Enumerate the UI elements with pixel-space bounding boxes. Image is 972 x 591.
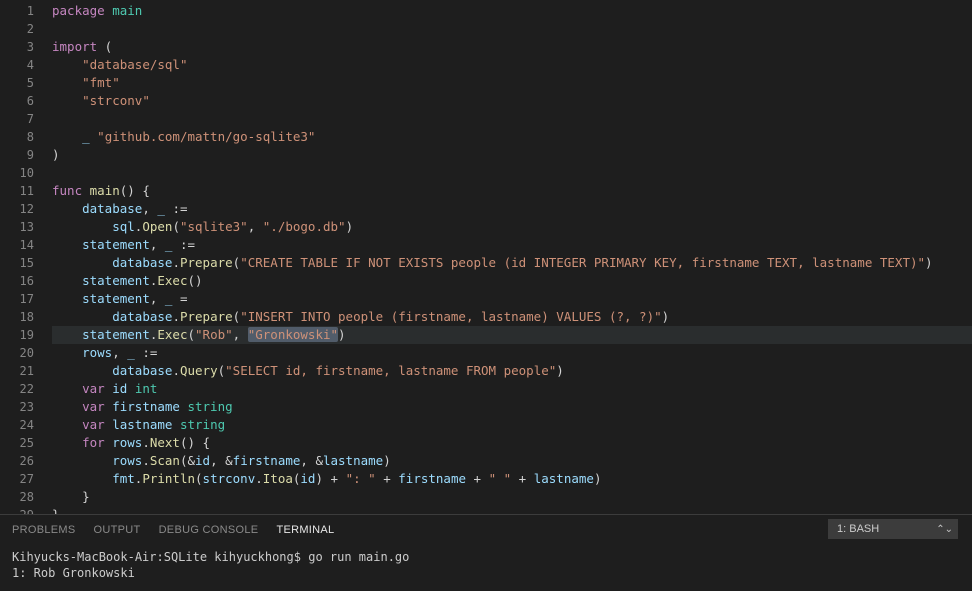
tab-debug-console[interactable]: DEBUG CONSOLE <box>159 524 259 536</box>
code-line[interactable]: sql.Open("sqlite3", "./bogo.db") <box>52 218 972 236</box>
code-line[interactable]: var lastname string <box>52 416 972 434</box>
code-line[interactable]: statement, _ := <box>52 236 972 254</box>
code-line[interactable]: "database/sql" <box>52 56 972 74</box>
code-line[interactable] <box>52 20 972 38</box>
terminal-line: 1: Rob Gronkowski <box>12 566 135 580</box>
tab-terminal[interactable]: TERMINAL <box>276 524 334 536</box>
terminal-command: go run main.go <box>308 550 409 564</box>
code-line[interactable]: database.Prepare("CREATE TABLE IF NOT EX… <box>52 254 972 272</box>
code-line[interactable] <box>52 164 972 182</box>
code-line[interactable]: } <box>52 506 972 514</box>
code-content[interactable]: package main import ( "database/sql" "fm… <box>52 2 972 514</box>
tab-output[interactable]: OUTPUT <box>94 524 141 536</box>
code-line[interactable]: database, _ := <box>52 200 972 218</box>
code-line[interactable]: statement, _ = <box>52 290 972 308</box>
code-line[interactable]: rows, _ := <box>52 344 972 362</box>
code-line[interactable]: import ( <box>52 38 972 56</box>
code-line[interactable]: statement.Exec("Rob", "Gronkowski") <box>52 326 972 344</box>
code-line[interactable]: for rows.Next() { <box>52 434 972 452</box>
code-line[interactable]: var firstname string <box>52 398 972 416</box>
code-line[interactable]: _ "github.com/mattn/go-sqlite3" <box>52 128 972 146</box>
code-line[interactable] <box>52 110 972 128</box>
code-line[interactable]: fmt.Println(strconv.Itoa(id) + ": " + fi… <box>52 470 972 488</box>
code-line[interactable]: ) <box>52 146 972 164</box>
code-line[interactable]: package main <box>52 2 972 20</box>
line-number-gutter: 1234567891011121314151617181920212223242… <box>0 2 52 514</box>
tab-problems[interactable]: PROBLEMS <box>12 524 76 536</box>
terminal-output[interactable]: Kihyucks-MacBook-Air:SQLite kihyuckhong$… <box>0 545 972 591</box>
chevron-up-down-icon: ⌃⌄ <box>936 524 953 535</box>
code-line[interactable]: "strconv" <box>52 92 972 110</box>
bottom-panel: PROBLEMS OUTPUT DEBUG CONSOLE TERMINAL 1… <box>0 514 972 591</box>
terminal-selector-label: 1: bash <box>837 523 879 535</box>
code-line[interactable]: rows.Scan(&id, &firstname, &lastname) <box>52 452 972 470</box>
panel-tabs: PROBLEMS OUTPUT DEBUG CONSOLE TERMINAL 1… <box>0 515 972 545</box>
terminal-selector[interactable]: 1: bash ⌃⌄ <box>828 519 958 539</box>
code-line[interactable]: func main() { <box>52 182 972 200</box>
code-line[interactable]: var id int <box>52 380 972 398</box>
terminal-prompt: Kihyucks-MacBook-Air:SQLite kihyuckhong$ <box>12 550 308 564</box>
code-line[interactable]: } <box>52 488 972 506</box>
code-line[interactable]: "fmt" <box>52 74 972 92</box>
code-line[interactable]: statement.Exec() <box>52 272 972 290</box>
code-line[interactable]: database.Prepare("INSERT INTO people (fi… <box>52 308 972 326</box>
code-line[interactable]: database.Query("SELECT id, firstname, la… <box>52 362 972 380</box>
code-editor[interactable]: 1234567891011121314151617181920212223242… <box>0 0 972 514</box>
